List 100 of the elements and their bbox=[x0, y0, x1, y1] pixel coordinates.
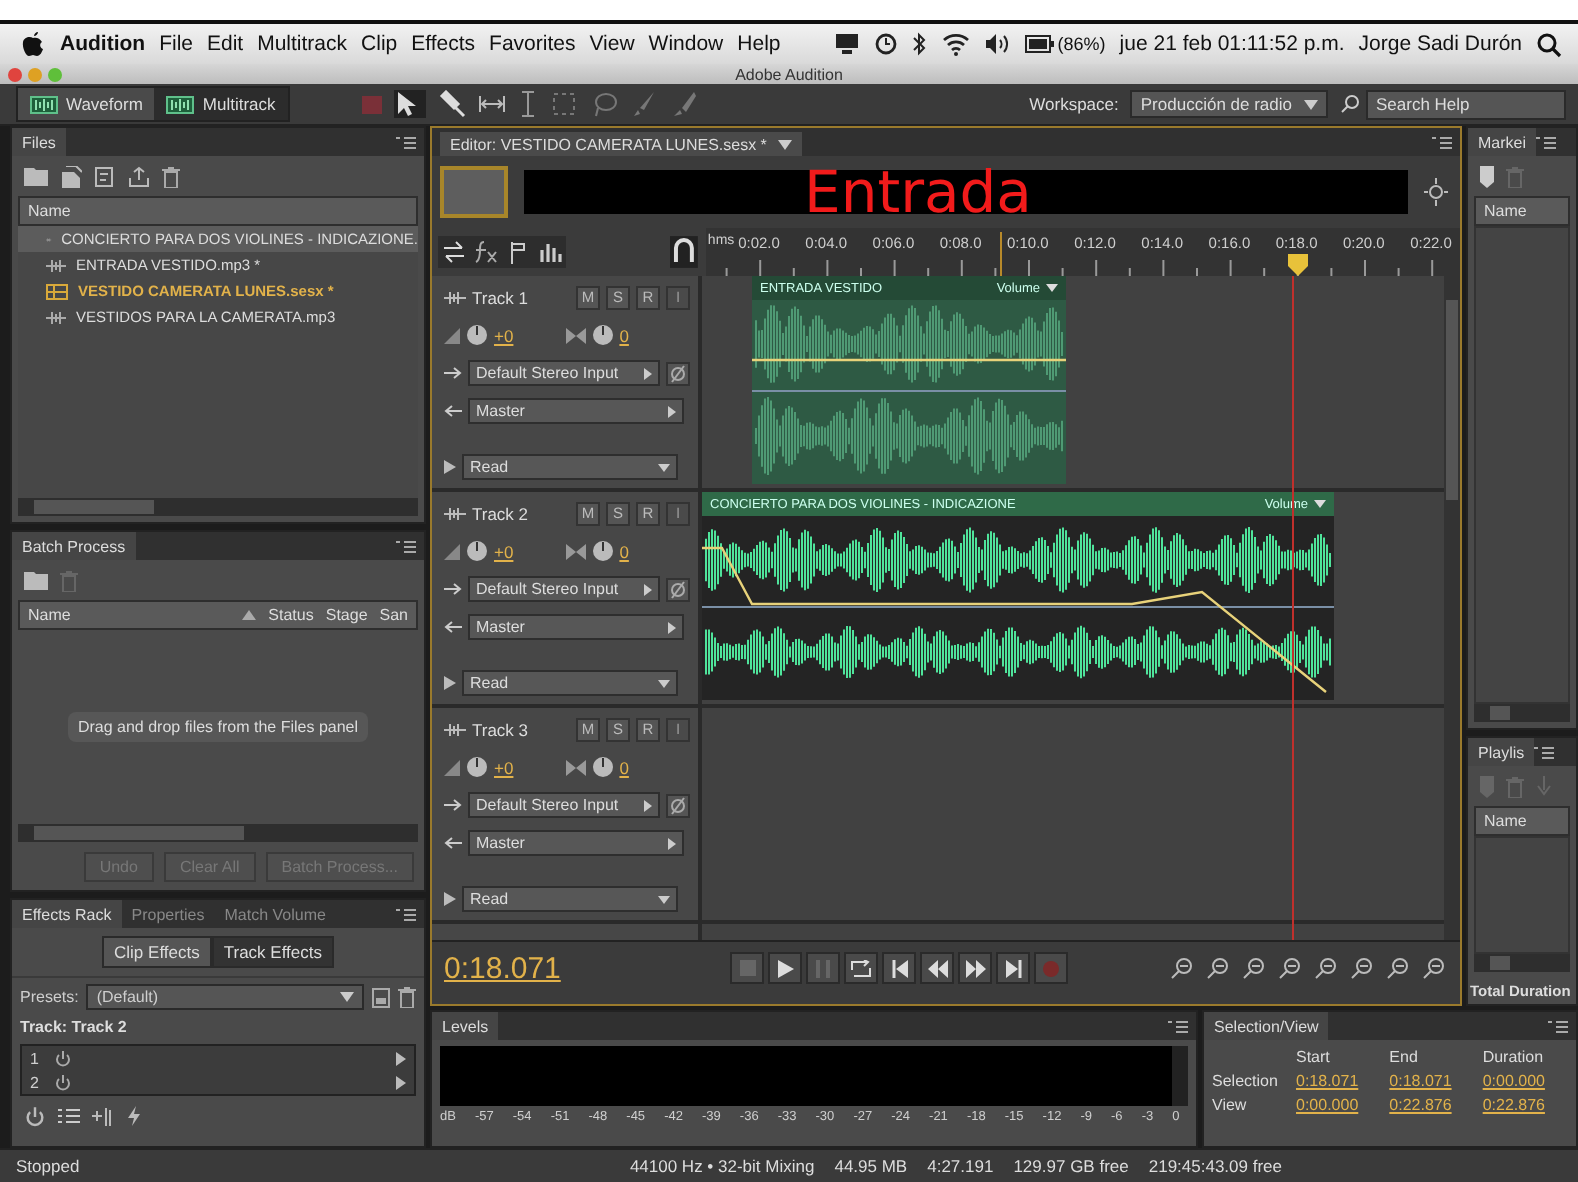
loop-button[interactable] bbox=[844, 952, 878, 984]
power-icon[interactable] bbox=[54, 1073, 72, 1091]
time-value[interactable]: 0:00.000 bbox=[1482, 1072, 1568, 1090]
column-header[interactable]: San bbox=[379, 606, 408, 624]
search-icon[interactable] bbox=[1536, 31, 1562, 57]
zoom-icon[interactable] bbox=[1386, 955, 1412, 981]
apple-icon[interactable] bbox=[20, 30, 46, 58]
panel-menu-icon[interactable] bbox=[1548, 1019, 1568, 1033]
search-icon[interactable] bbox=[1340, 94, 1360, 114]
playhead-line[interactable] bbox=[1291, 276, 1294, 940]
track-name[interactable]: Track 1 bbox=[472, 287, 529, 307]
expand-arrow-icon[interactable] bbox=[444, 460, 456, 474]
marker-icon[interactable] bbox=[1480, 775, 1494, 797]
automation-dropdown[interactable]: Read bbox=[462, 886, 678, 912]
scroll-thumb[interactable] bbox=[1490, 956, 1510, 970]
output-dropdown[interactable]: Master bbox=[468, 830, 684, 856]
pan-value[interactable]: 0 bbox=[619, 325, 629, 345]
brush-icon[interactable] bbox=[669, 90, 698, 118]
time-value[interactable]: 0:00.000 bbox=[1296, 1096, 1382, 1114]
horizontal-scrollbar[interactable] bbox=[1474, 954, 1570, 972]
workspace-dropdown[interactable]: Producción de radio bbox=[1130, 90, 1328, 118]
panel-menu-icon[interactable] bbox=[1432, 135, 1452, 149]
volume-value[interactable]: +0 bbox=[494, 757, 514, 777]
fast-forward-button[interactable] bbox=[958, 952, 992, 984]
zoom-icon[interactable] bbox=[1424, 178, 1448, 206]
presets-dropdown[interactable]: (Default) bbox=[86, 984, 364, 1010]
name-column-header[interactable]: Name bbox=[1474, 806, 1570, 836]
zoom-icon[interactable] bbox=[1170, 955, 1196, 981]
razor-tool-icon[interactable] bbox=[437, 90, 466, 118]
pan-value[interactable]: 0 bbox=[619, 757, 629, 777]
app-menu[interactable]: Audition bbox=[60, 32, 146, 56]
vertical-scrollbar[interactable] bbox=[1444, 276, 1460, 940]
automation-dropdown[interactable]: Read bbox=[462, 454, 678, 480]
zoom-icon[interactable] bbox=[1278, 955, 1304, 981]
scroll-thumb[interactable] bbox=[1446, 300, 1458, 500]
track-name[interactable]: Track 3 bbox=[472, 719, 529, 739]
menu-item[interactable]: Clip bbox=[361, 32, 398, 56]
zoom-icon[interactable] bbox=[1206, 955, 1232, 981]
export-icon[interactable] bbox=[128, 165, 150, 187]
panel-menu-icon[interactable] bbox=[396, 135, 416, 149]
overview-thumbnail[interactable] bbox=[440, 166, 508, 218]
markers-tab[interactable]: Markei bbox=[1468, 128, 1537, 156]
volume-value[interactable]: +0 bbox=[494, 325, 514, 345]
time-value[interactable]: 0:22.876 bbox=[1389, 1096, 1475, 1114]
horizontal-scrollbar[interactable] bbox=[18, 824, 418, 842]
phase-icon[interactable] bbox=[666, 577, 690, 601]
snap-magnet-icon[interactable] bbox=[670, 236, 698, 268]
monitor-icon[interactable] bbox=[833, 32, 860, 56]
knob-icon[interactable] bbox=[591, 756, 614, 778]
scroll-thumb[interactable] bbox=[34, 500, 154, 514]
panel-menu-icon[interactable] bbox=[396, 907, 416, 921]
current-time[interactable]: 0:18.071 bbox=[444, 951, 724, 985]
menu-item[interactable]: Multitrack bbox=[257, 32, 348, 56]
pan-value[interactable]: 0 bbox=[619, 541, 629, 561]
time-value[interactable]: 0:18.071 bbox=[1296, 1072, 1382, 1090]
brush-icon[interactable] bbox=[629, 90, 658, 118]
zoom-icon[interactable] bbox=[1314, 955, 1340, 981]
menu-item[interactable]: Window bbox=[648, 32, 724, 56]
name-column-header[interactable]: Name bbox=[18, 196, 418, 226]
view-toggle-button[interactable]: Multitrack bbox=[154, 88, 288, 120]
volume-value[interactable]: +0 bbox=[494, 541, 514, 561]
batch-process-tab[interactable]: Batch Process bbox=[12, 532, 136, 560]
search-field[interactable]: Search Help bbox=[1366, 89, 1566, 119]
input-dropdown[interactable]: Default Stereo Input bbox=[468, 576, 660, 602]
column-header[interactable]: Status bbox=[268, 606, 314, 624]
knob-icon[interactable] bbox=[591, 324, 614, 346]
knob-icon[interactable] bbox=[466, 540, 488, 562]
playhead-handle-icon[interactable] bbox=[1288, 254, 1309, 276]
swap-icon[interactable] bbox=[442, 240, 466, 264]
expand-arrow-icon[interactable] bbox=[444, 676, 456, 690]
column-header[interactable]: Name bbox=[28, 606, 231, 624]
clock-icon[interactable] bbox=[873, 32, 898, 56]
rewind-button[interactable] bbox=[920, 952, 954, 984]
files-tab[interactable]: Files bbox=[12, 128, 66, 156]
lightning-icon[interactable] bbox=[126, 1106, 142, 1126]
phase-icon[interactable] bbox=[666, 361, 690, 385]
folder-icon[interactable] bbox=[24, 166, 48, 186]
name-column-header[interactable]: Name bbox=[1474, 196, 1570, 226]
menu-item[interactable]: View bbox=[589, 32, 635, 56]
panel-tab[interactable]: Effects Rack bbox=[12, 900, 122, 928]
output-dropdown[interactable]: Master bbox=[468, 398, 684, 424]
marquee-icon[interactable] bbox=[549, 90, 578, 118]
menu-item[interactable]: File bbox=[159, 32, 193, 56]
zoom-icon[interactable] bbox=[1350, 955, 1376, 981]
bar-meter-icon[interactable] bbox=[538, 240, 562, 264]
battery-icon[interactable] bbox=[1023, 34, 1056, 54]
input-dropdown[interactable]: Default Stereo Input bbox=[468, 792, 660, 818]
dropdown-arrow-icon[interactable] bbox=[1046, 284, 1058, 292]
expand-arrow-icon[interactable] bbox=[444, 892, 456, 906]
power-icon[interactable] bbox=[24, 1105, 46, 1127]
zoom-icon[interactable] bbox=[1242, 955, 1268, 981]
fx-icon[interactable] bbox=[474, 240, 498, 264]
text-cursor-icon[interactable] bbox=[517, 90, 538, 118]
levels-tab[interactable]: Levels bbox=[432, 1012, 499, 1040]
panel-tab[interactable]: Match Volume bbox=[214, 900, 336, 928]
close-button[interactable] bbox=[8, 67, 22, 81]
effects-mode-button[interactable]: Track Effects bbox=[211, 936, 334, 968]
column-header[interactable]: Stage bbox=[325, 606, 368, 624]
overview-bar[interactable]: Entrada bbox=[524, 170, 1408, 214]
lasso-icon[interactable] bbox=[589, 90, 618, 118]
